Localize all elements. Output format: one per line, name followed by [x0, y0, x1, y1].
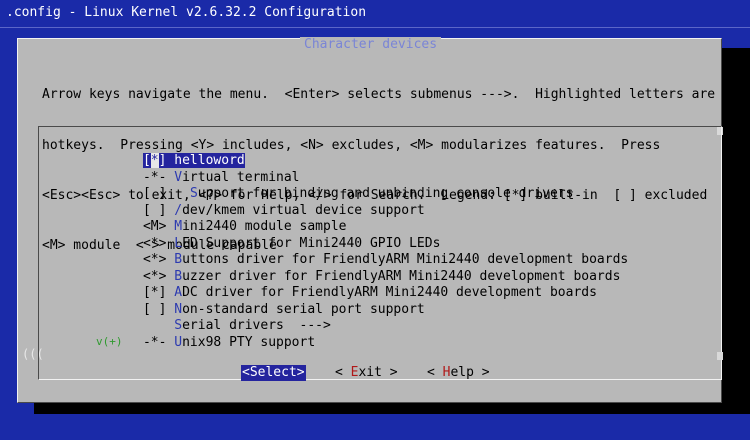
scroll-marker-bottom — [717, 352, 723, 360]
item-label: nix98 PTY support — [182, 334, 316, 350]
more-below-indicator: v(+) — [96, 335, 123, 348]
menu-item-mini2440-module[interactable]: <M> Mini2440 module sample — [96, 203, 347, 234]
menu-item-buttons-driver[interactable]: <*> Buttons driver for FriendlyARM Mini2… — [96, 236, 628, 267]
help-label: elp > — [450, 365, 490, 380]
menu-item-unix98-pty[interactable]: -*- Unix98 PTY support — [96, 319, 315, 350]
config-dialog: Character devices Arrow keys navigate th… — [17, 37, 723, 403]
select-button[interactable]: <Select> — [241, 365, 306, 381]
help-open: < — [427, 365, 443, 380]
window-title: .config - Linux Kernel v2.6.32.2 Configu… — [6, 5, 367, 20]
item-hotkey: U — [174, 334, 183, 350]
menu-item-led-support[interactable]: <*> LED Support for Mini2440 GPIO LEDs — [96, 220, 440, 251]
menu-item-adc-driver[interactable]: [*] ADC driver for FriendlyARM Mini2440 … — [96, 269, 597, 300]
exit-label: xit > — [358, 365, 398, 380]
scroll-indicator: ((( — [22, 347, 44, 361]
dialog-title: Character devices — [300, 37, 442, 55]
menu-item-nonstandard-serial[interactable]: [ ] Non-standard serial port support — [96, 286, 425, 317]
menu-item-virtual-terminal[interactable]: -*- Virtual terminal — [96, 154, 300, 185]
title-underline — [0, 27, 750, 28]
item-prefix: -*- — [142, 334, 167, 350]
menu-item-dev-kmem[interactable]: [ ] /dev/kmem virtual device support — [96, 187, 425, 218]
menu-item-console-binding[interactable]: [ ] Support for binding and unbinding co… — [96, 170, 573, 201]
menu-list: [*] helloword -*- Virtual terminal [ ] S… — [38, 126, 722, 380]
menu-item-helloword[interactable]: [*] helloword — [96, 137, 245, 168]
help-button[interactable]: < Help > — [427, 365, 490, 381]
exit-button[interactable]: < Exit > — [335, 365, 398, 381]
exit-open: < — [335, 365, 351, 380]
menu-item-serial-drivers[interactable]: Serial drivers ---> — [96, 302, 331, 333]
help-line: Arrow keys navigate the menu. <Enter> se… — [42, 87, 716, 103]
menu-item-buzzer-driver[interactable]: <*> Buzzer driver for FriendlyARM Mini24… — [96, 253, 620, 284]
